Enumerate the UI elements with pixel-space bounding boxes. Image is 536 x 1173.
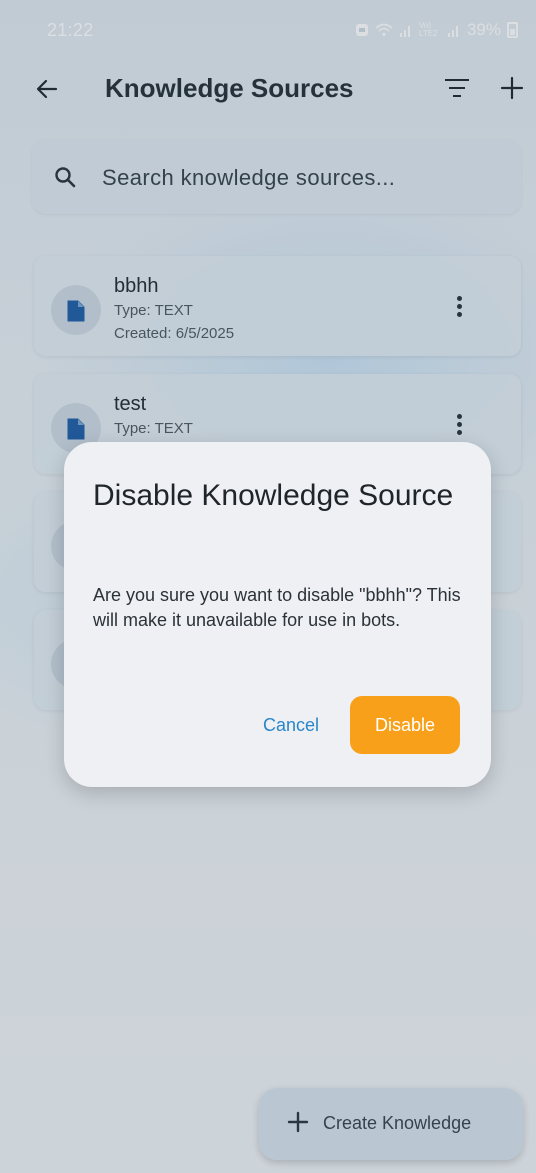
disable-button[interactable]: Disable <box>350 696 460 754</box>
cancel-button[interactable]: Cancel <box>250 696 332 754</box>
dialog-title: Disable Knowledge Source <box>93 479 454 512</box>
dialog-body: Are you sure you want to disable "bbhh"?… <box>93 585 461 630</box>
disable-dialog: Disable Knowledge Source Are you sure yo… <box>64 442 491 787</box>
screen: 21:22 Vo) LTE2 39% Knowledge Sources Sea… <box>0 0 536 1173</box>
